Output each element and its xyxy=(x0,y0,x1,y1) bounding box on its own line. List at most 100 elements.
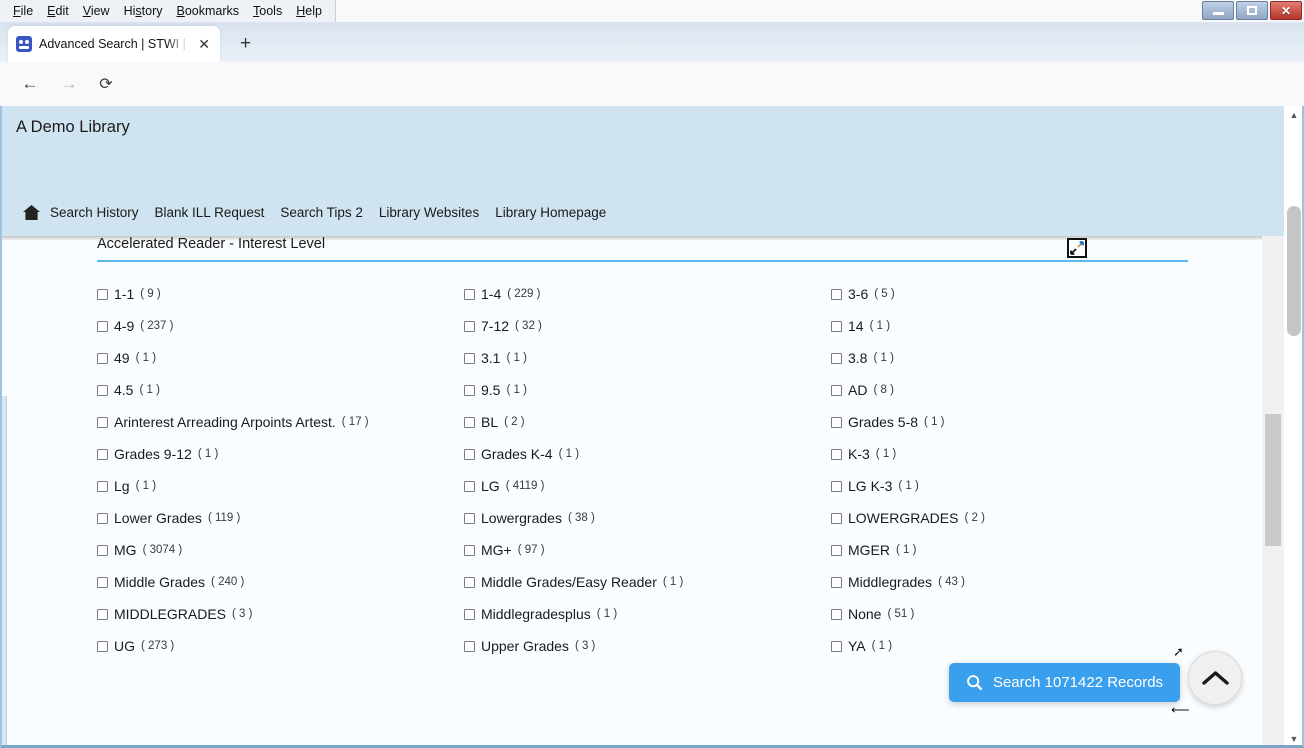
checkbox[interactable] xyxy=(464,640,475,652)
facet-checkbox-item[interactable]: LG K-3 ( 1 ) xyxy=(831,470,1188,502)
close-tab-icon[interactable]: ✕ xyxy=(196,35,212,53)
facet-checkbox-item[interactable]: 1-4 ( 229 ) xyxy=(464,278,829,310)
checkbox[interactable] xyxy=(831,416,842,428)
close-window-button[interactable]: ✕ xyxy=(1270,1,1302,20)
tab-advanced-search[interactable]: Advanced Search | STWI | AAAA ✕ xyxy=(8,26,220,62)
checkbox[interactable] xyxy=(831,384,842,396)
facet-checkbox-item[interactable]: 9.5 ( 1 ) xyxy=(464,374,829,406)
checkbox[interactable] xyxy=(97,448,108,460)
facet-checkbox-item[interactable]: MG ( 3074 ) xyxy=(97,534,462,566)
facet-checkbox-item[interactable]: None ( 51 ) xyxy=(831,598,1188,630)
nav-link-search-history[interactable]: Search History xyxy=(50,205,139,220)
checkbox[interactable] xyxy=(831,576,842,588)
facet-checkbox-item[interactable]: Middle Grades ( 240 ) xyxy=(97,566,462,598)
menu-bookmarks[interactable]: Bookmarks xyxy=(170,0,247,22)
menu-view[interactable]: View xyxy=(76,0,117,22)
checkbox[interactable] xyxy=(831,480,842,492)
checkbox[interactable] xyxy=(464,544,475,556)
checkbox[interactable] xyxy=(97,288,108,300)
facet-checkbox-item[interactable]: 14 ( 1 ) xyxy=(831,310,1188,342)
content-scrollbar[interactable] xyxy=(1262,236,1284,748)
checkbox[interactable] xyxy=(97,352,108,364)
facet-checkbox-item[interactable]: AD ( 8 ) xyxy=(831,374,1188,406)
search-records-button[interactable]: Search 1071422 Records xyxy=(949,663,1180,702)
checkbox[interactable] xyxy=(97,608,108,620)
checkbox[interactable] xyxy=(831,608,842,620)
menu-help[interactable]: Help xyxy=(289,0,329,22)
facet-checkbox-item[interactable]: 3.8 ( 1 ) xyxy=(831,342,1188,374)
checkbox[interactable] xyxy=(831,544,842,556)
nav-link-search-tips-2[interactable]: Search Tips 2 xyxy=(280,205,363,220)
checkbox[interactable] xyxy=(831,512,842,524)
menu-edit[interactable]: Edit xyxy=(40,0,76,22)
checkbox[interactable] xyxy=(97,480,108,492)
page-scrollbar-thumb[interactable] xyxy=(1287,206,1301,336)
checkbox[interactable] xyxy=(464,416,475,428)
facet-checkbox-item[interactable]: Middlegrades ( 43 ) xyxy=(831,566,1188,598)
nav-link-blank-ill-request[interactable]: Blank ILL Request xyxy=(155,205,265,220)
facet-checkbox-item[interactable]: 3-6 ( 5 ) xyxy=(831,278,1188,310)
facet-checkbox-item[interactable]: LOWERGRADES ( 2 ) xyxy=(831,502,1188,534)
checkbox[interactable] xyxy=(97,512,108,524)
checkbox[interactable] xyxy=(831,448,842,460)
facet-checkbox-item[interactable]: 4-9 ( 237 ) xyxy=(97,310,462,342)
checkbox[interactable] xyxy=(464,512,475,524)
checkbox[interactable] xyxy=(97,320,108,332)
resize-handle-bottom-right[interactable]: ⟵ xyxy=(1171,703,1190,716)
checkbox[interactable] xyxy=(464,320,475,332)
facet-checkbox-item[interactable]: 49 ( 1 ) xyxy=(97,342,462,374)
menu-history[interactable]: History xyxy=(117,0,170,22)
facet-checkbox-item[interactable]: Grades 5-8 ( 1 ) xyxy=(831,406,1188,438)
checkbox[interactable] xyxy=(97,416,108,428)
facet-checkbox-item[interactable]: Lg ( 1 ) xyxy=(97,470,462,502)
facet-checkbox-item[interactable]: Middlegradesplus ( 1 ) xyxy=(464,598,829,630)
facet-checkbox-item[interactable]: MIDDLEGRADES ( 3 ) xyxy=(97,598,462,630)
checkbox[interactable] xyxy=(97,544,108,556)
page-scrollbar-track[interactable] xyxy=(1284,124,1304,730)
checkbox[interactable] xyxy=(831,320,842,332)
checkbox[interactable] xyxy=(464,480,475,492)
facet-checkbox-item[interactable]: LG ( 4119 ) xyxy=(464,470,829,502)
resize-handle-top-right[interactable]: ➚ xyxy=(1173,645,1184,658)
collapse-panel-icon[interactable] xyxy=(1066,237,1088,259)
checkbox[interactable] xyxy=(464,448,475,460)
nav-link-library-websites[interactable]: Library Websites xyxy=(379,205,479,220)
checkbox[interactable] xyxy=(97,384,108,396)
facet-checkbox-item[interactable]: Grades 9-12 ( 1 ) xyxy=(97,438,462,470)
home-icon[interactable] xyxy=(22,204,41,226)
facet-checkbox-item[interactable]: K-3 ( 1 ) xyxy=(831,438,1188,470)
facet-checkbox-item[interactable]: UG ( 273 ) xyxy=(97,630,462,662)
facet-checkbox-item[interactable]: Arinterest Arreading Arpoints Artest. ( 1… xyxy=(97,406,462,438)
menu-file[interactable]: File xyxy=(6,0,40,22)
facet-checkbox-item[interactable]: MGER ( 1 ) xyxy=(831,534,1188,566)
facet-checkbox-item[interactable]: 3.1 ( 1 ) xyxy=(464,342,829,374)
facet-checkbox-item[interactable]: BL ( 2 ) xyxy=(464,406,829,438)
facet-checkbox-item[interactable]: Upper Grades ( 3 ) xyxy=(464,630,829,662)
facet-checkbox-item[interactable]: 1-1 ( 9 ) xyxy=(97,278,462,310)
forward-icon[interactable]: → xyxy=(57,72,81,96)
facet-checkbox-item[interactable]: 7-12 ( 32 ) xyxy=(464,310,829,342)
checkbox[interactable] xyxy=(97,576,108,588)
facet-checkbox-item[interactable]: 4.5 ( 1 ) xyxy=(97,374,462,406)
scroll-up-icon[interactable]: ▲ xyxy=(1284,106,1304,124)
facet-checkbox-item[interactable]: Grades K-4 ( 1 ) xyxy=(464,438,829,470)
checkbox[interactable] xyxy=(464,576,475,588)
facet-checkbox-item[interactable]: YA ( 1 ) xyxy=(831,630,1188,662)
back-to-top-button[interactable] xyxy=(1188,651,1242,705)
facet-checkbox-item[interactable]: Lowergrades ( 38 ) xyxy=(464,502,829,534)
menu-tools[interactable]: Tools xyxy=(246,0,289,22)
checkbox[interactable] xyxy=(464,384,475,396)
facet-checkbox-item[interactable]: MG+ ( 97 ) xyxy=(464,534,829,566)
reload-icon[interactable]: ⟳ xyxy=(94,72,118,96)
checkbox[interactable] xyxy=(831,352,842,364)
checkbox[interactable] xyxy=(464,608,475,620)
page-scrollbar[interactable]: ▲ ▼ xyxy=(1284,106,1304,748)
checkbox[interactable] xyxy=(97,640,108,652)
facet-checkbox-item[interactable]: Lower Grades ( 119 ) xyxy=(97,502,462,534)
scroll-down-icon[interactable]: ▼ xyxy=(1284,730,1304,748)
minimize-button[interactable] xyxy=(1202,1,1234,20)
nav-link-library-homepage[interactable]: Library Homepage xyxy=(495,205,606,220)
facet-checkbox-item[interactable]: Middle Grades/Easy Reader ( 1 ) xyxy=(464,566,829,598)
checkbox[interactable] xyxy=(464,352,475,364)
back-icon[interactable]: ← xyxy=(18,72,42,96)
